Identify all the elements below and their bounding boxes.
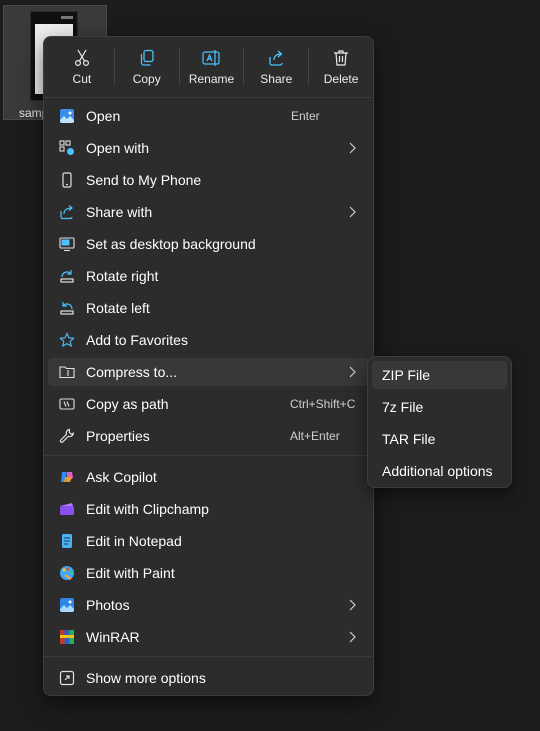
cut-button[interactable]: Cut (50, 37, 114, 97)
submenu-item-label: 7z File (382, 399, 424, 415)
menu-item-set-background[interactable]: Set as desktop background (48, 230, 369, 258)
context-menu: Cut Copy Rename Share Delete Open Enter … (43, 36, 374, 696)
menu-item-label: Edit in Notepad (86, 533, 182, 549)
menu-item-label: WinRAR (86, 629, 140, 645)
menu-item-label: Compress to... (86, 364, 178, 380)
copy-path-icon (59, 396, 75, 412)
menu-item-label: Edit with Paint (86, 565, 175, 581)
menu-item-label: Edit with Clipchamp (86, 501, 209, 517)
delete-button[interactable]: Delete (309, 37, 373, 97)
menu-item-compress-to[interactable]: Compress to... (48, 358, 369, 386)
cut-label: Cut (72, 72, 92, 86)
menu-item-rotate-right[interactable]: Rotate right (48, 262, 369, 290)
notepad-icon (59, 533, 75, 549)
chevron-right-icon (347, 366, 357, 378)
copy-icon (137, 48, 157, 68)
menu-item-label: Send to My Phone (86, 172, 202, 188)
menu-item-label: Rotate right (86, 268, 159, 284)
submenu-item-label: TAR File (382, 431, 436, 447)
menu-item-share-with[interactable]: Share with (48, 198, 369, 226)
rename-button[interactable]: Rename (180, 37, 244, 97)
menu-item-copy-as-path[interactable]: Copy as path Ctrl+Shift+C (48, 390, 369, 418)
menu-item-open[interactable]: Open Enter (48, 102, 369, 130)
menu-item-properties[interactable]: Properties Alt+Enter (48, 422, 369, 450)
menu-item-paint[interactable]: Edit with Paint (48, 559, 369, 587)
compress-folder-icon (59, 364, 75, 380)
delete-label: Delete (323, 72, 359, 86)
copy-label: Copy (132, 72, 161, 86)
submenu-item-zip[interactable]: ZIP File (372, 361, 507, 389)
menu-item-open-with[interactable]: Open with (48, 134, 369, 162)
menu-item-winrar[interactable]: WinRAR (48, 623, 369, 651)
share-icon (59, 204, 75, 220)
chevron-right-icon (347, 631, 357, 643)
winrar-icon (59, 629, 75, 645)
submenu-item-7z[interactable]: 7z File (372, 393, 507, 421)
copy-button[interactable]: Copy (115, 37, 179, 97)
menu-item-notepad[interactable]: Edit in Notepad (48, 527, 369, 555)
share-icon (266, 48, 286, 68)
menu-divider (44, 656, 373, 657)
phone-icon (59, 172, 75, 188)
menu-item-rotate-left[interactable]: Rotate left (48, 294, 369, 322)
desktop-background-icon (59, 236, 75, 252)
desktop: samp Cut Copy Rename Share Delete Open E… (0, 0, 540, 731)
share-button[interactable]: Share (244, 37, 308, 97)
star-icon (59, 332, 75, 348)
menu-item-label: Set as desktop background (86, 236, 256, 252)
rotate-right-icon (59, 268, 75, 284)
photos-icon (59, 597, 75, 613)
menu-toolbar: Cut Copy Rename Share Delete (44, 37, 373, 97)
chevron-right-icon (347, 599, 357, 611)
show-more-icon (59, 670, 75, 686)
menu-item-label: Share with (86, 204, 153, 220)
scissors-icon (72, 48, 92, 68)
submenu-item-tar[interactable]: TAR File (372, 425, 507, 453)
menu-divider (44, 97, 373, 98)
menu-item-label: Open with (86, 140, 150, 156)
share-label: Share (260, 72, 293, 86)
compress-submenu: ZIP File 7z File TAR File Additional opt… (367, 356, 512, 488)
paint-palette-icon (59, 565, 75, 581)
wrench-icon (59, 428, 75, 444)
shortcut-text: Alt+Enter (290, 429, 340, 443)
rotate-left-icon (59, 300, 75, 316)
menu-item-ask-copilot[interactable]: Ask Copilot (48, 463, 369, 491)
menu-item-label: Photos (86, 597, 130, 613)
menu-item-send-to-phone[interactable]: Send to My Phone (48, 166, 369, 194)
menu-item-label: Open (86, 108, 121, 124)
menu-item-label: Rotate left (86, 300, 150, 316)
copilot-icon (59, 469, 75, 485)
menu-item-label: Ask Copilot (86, 469, 157, 485)
menu-divider (44, 455, 373, 456)
open-with-icon (59, 140, 75, 156)
menu-item-add-favorites[interactable]: Add to Favorites (48, 326, 369, 354)
menu-item-photos[interactable]: Photos (48, 591, 369, 619)
menu-item-show-more-options[interactable]: Show more options (48, 664, 369, 692)
image-icon (59, 108, 75, 124)
menu-item-label: Properties (86, 428, 150, 444)
trash-icon (331, 48, 351, 68)
thumb-bar (61, 16, 73, 19)
submenu-item-additional-options[interactable]: Additional options (372, 457, 507, 485)
menu-item-label: Show more options (86, 670, 206, 686)
menu-item-label: Add to Favorites (86, 332, 188, 348)
submenu-item-label: Additional options (382, 463, 493, 479)
shortcut-text: Enter (291, 109, 320, 123)
clipchamp-icon (59, 501, 75, 517)
rename-icon (201, 48, 221, 68)
menu-item-clipchamp[interactable]: Edit with Clipchamp (48, 495, 369, 523)
chevron-right-icon (347, 206, 357, 218)
submenu-item-label: ZIP File (382, 367, 430, 383)
rename-label: Rename (188, 72, 235, 86)
menu-item-label: Copy as path (86, 396, 169, 412)
chevron-right-icon (347, 142, 357, 154)
shortcut-text: Ctrl+Shift+C (290, 397, 356, 411)
